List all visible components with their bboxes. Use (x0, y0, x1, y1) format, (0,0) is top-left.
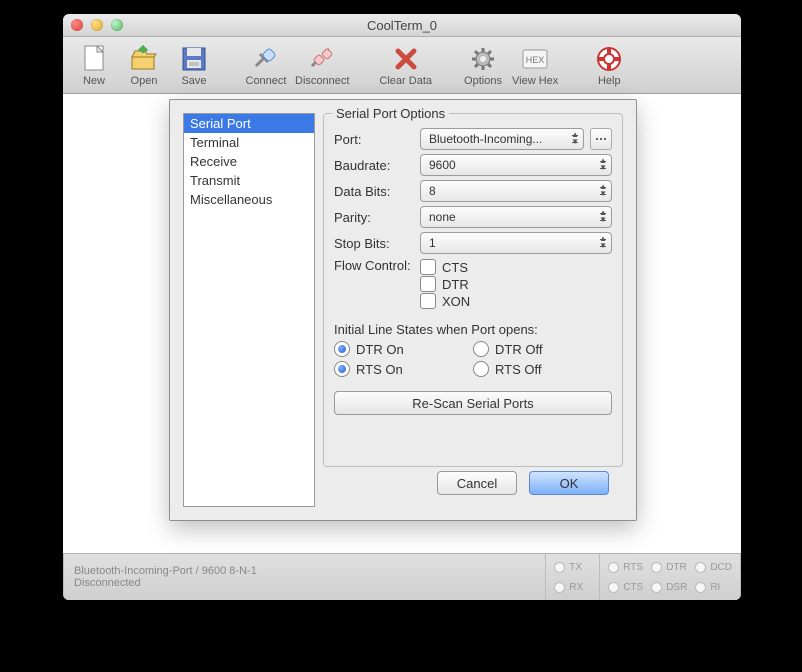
dtr-label: DTR (442, 277, 469, 292)
save-icon (178, 43, 210, 75)
dtr-off-radio[interactable] (473, 341, 489, 357)
ok-button[interactable]: OK (529, 471, 609, 495)
category-item-terminal[interactable]: Terminal (184, 133, 314, 152)
baud-select[interactable]: 9600▲▼ (420, 154, 612, 176)
toolbar-disconnect[interactable]: Disconnect (295, 43, 349, 87)
new-file-icon (78, 43, 110, 75)
port-label: Port: (334, 132, 420, 147)
open-folder-icon (128, 43, 160, 75)
toolbar-open[interactable]: Open (123, 43, 165, 87)
toolbar-label: Help (598, 75, 621, 87)
dtr-on-radio[interactable] (334, 341, 350, 357)
serial-port-options-group: Serial Port Options Port: Bluetooth-Inco… (323, 113, 623, 467)
dtr-off-label: DTR Off (495, 342, 542, 357)
status-lines-panel: RTS DTR DCD CTS DSR RI (600, 554, 741, 600)
status-txrx-panel: TX RX (546, 554, 600, 600)
dcd-label: DCD (710, 562, 732, 573)
toolbar-label: Options (464, 75, 502, 87)
cts-label: CTS (442, 260, 468, 275)
rts-led-icon (608, 562, 619, 573)
dtr-checkbox[interactable] (420, 276, 436, 292)
databits-label: Data Bits: (334, 184, 420, 199)
titlebar: CoolTerm_0 (63, 14, 741, 37)
toolbar: New Open Save Connect Disconnect (63, 37, 741, 94)
dsr-label: DSR (666, 582, 687, 593)
toolbar-label: Open (131, 75, 158, 87)
xon-label: XON (442, 294, 470, 309)
svg-text:HEX: HEX (526, 55, 545, 65)
toolbar-options[interactable]: Options (462, 43, 504, 87)
content-area: Serial Port Terminal Receive Transmit Mi… (63, 94, 741, 553)
toolbar-label: Disconnect (295, 75, 349, 87)
category-item-receive[interactable]: Receive (184, 152, 314, 171)
rx-led-icon (554, 582, 565, 593)
rts-on-label: RTS On (356, 362, 403, 377)
disconnect-icon (306, 43, 338, 75)
parity-select[interactable]: none▲▼ (420, 206, 612, 228)
databits-select[interactable]: 8▲▼ (420, 180, 612, 202)
tx-label: TX (569, 562, 582, 573)
app-window: CoolTerm_0 New Open Save Connect (63, 14, 741, 600)
dtr-led-icon (651, 562, 662, 573)
toolbar-save[interactable]: Save (173, 43, 215, 87)
rts-off-radio[interactable] (473, 361, 489, 377)
toolbar-new[interactable]: New (73, 43, 115, 87)
status-info: Bluetooth-Incoming-Port / 9600 8-N-1 Dis… (63, 554, 546, 600)
status-port-line: Bluetooth-Incoming-Port / 9600 8-N-1 (74, 565, 535, 577)
category-item-serial-port[interactable]: Serial Port (184, 114, 314, 133)
xon-checkbox[interactable] (420, 293, 436, 309)
status-connection-line: Disconnected (74, 577, 535, 589)
dtr-status-label: DTR (666, 562, 687, 573)
rts-off-label: RTS Off (495, 362, 541, 377)
toolbar-clear-data[interactable]: Clear Data (379, 43, 432, 87)
options-sheet: Serial Port Terminal Receive Transmit Mi… (169, 99, 637, 521)
help-icon (593, 43, 625, 75)
toolbar-label: Save (181, 75, 206, 87)
toolbar-help[interactable]: Help (588, 43, 630, 87)
rescan-button[interactable]: Re-Scan Serial Ports (334, 391, 612, 415)
parity-label: Parity: (334, 210, 420, 225)
stopbits-select[interactable]: 1▲▼ (420, 232, 612, 254)
ri-led-icon (695, 582, 706, 593)
ri-label: RI (710, 582, 720, 593)
toolbar-label: Connect (246, 75, 287, 87)
category-list[interactable]: Serial Port Terminal Receive Transmit Mi… (183, 113, 315, 507)
stopbits-label: Stop Bits: (334, 236, 420, 251)
ellipsis-icon (596, 134, 606, 144)
toolbar-label: Clear Data (379, 75, 432, 87)
window-title: CoolTerm_0 (63, 18, 741, 33)
dsr-led-icon (651, 582, 662, 593)
connect-icon (250, 43, 282, 75)
baud-label: Baudrate: (334, 158, 420, 173)
rts-label: RTS (623, 562, 643, 573)
toolbar-label: New (83, 75, 105, 87)
statusbar: Bluetooth-Incoming-Port / 9600 8-N-1 Dis… (63, 553, 741, 600)
options-pane: Serial Port Options Port: Bluetooth-Inco… (323, 113, 623, 507)
cancel-button[interactable]: Cancel (437, 471, 517, 495)
rts-on-radio[interactable] (334, 361, 350, 377)
category-item-transmit[interactable]: Transmit (184, 171, 314, 190)
toolbar-connect[interactable]: Connect (245, 43, 287, 87)
port-extra-button[interactable] (590, 128, 612, 150)
dcd-led-icon (695, 562, 706, 573)
toolbar-label: View Hex (512, 75, 558, 87)
cts-led-icon (608, 582, 619, 593)
cts-checkbox[interactable] (420, 259, 436, 275)
rx-label: RX (569, 582, 583, 593)
group-title: Serial Port Options (332, 106, 449, 121)
tx-led-icon (554, 562, 565, 573)
category-item-miscellaneous[interactable]: Miscellaneous (184, 190, 314, 209)
cts-status-label: CTS (623, 582, 643, 593)
initial-states-label: Initial Line States when Port opens: (334, 322, 612, 337)
clear-icon (390, 43, 422, 75)
port-select[interactable]: Bluetooth-Incoming...▲▼ (420, 128, 584, 150)
toolbar-view-hex[interactable]: HEX View Hex (512, 43, 558, 87)
dtr-on-label: DTR On (356, 342, 404, 357)
gear-icon (467, 43, 499, 75)
hex-icon: HEX (519, 43, 551, 75)
flowcontrol-label: Flow Control: (334, 258, 420, 273)
